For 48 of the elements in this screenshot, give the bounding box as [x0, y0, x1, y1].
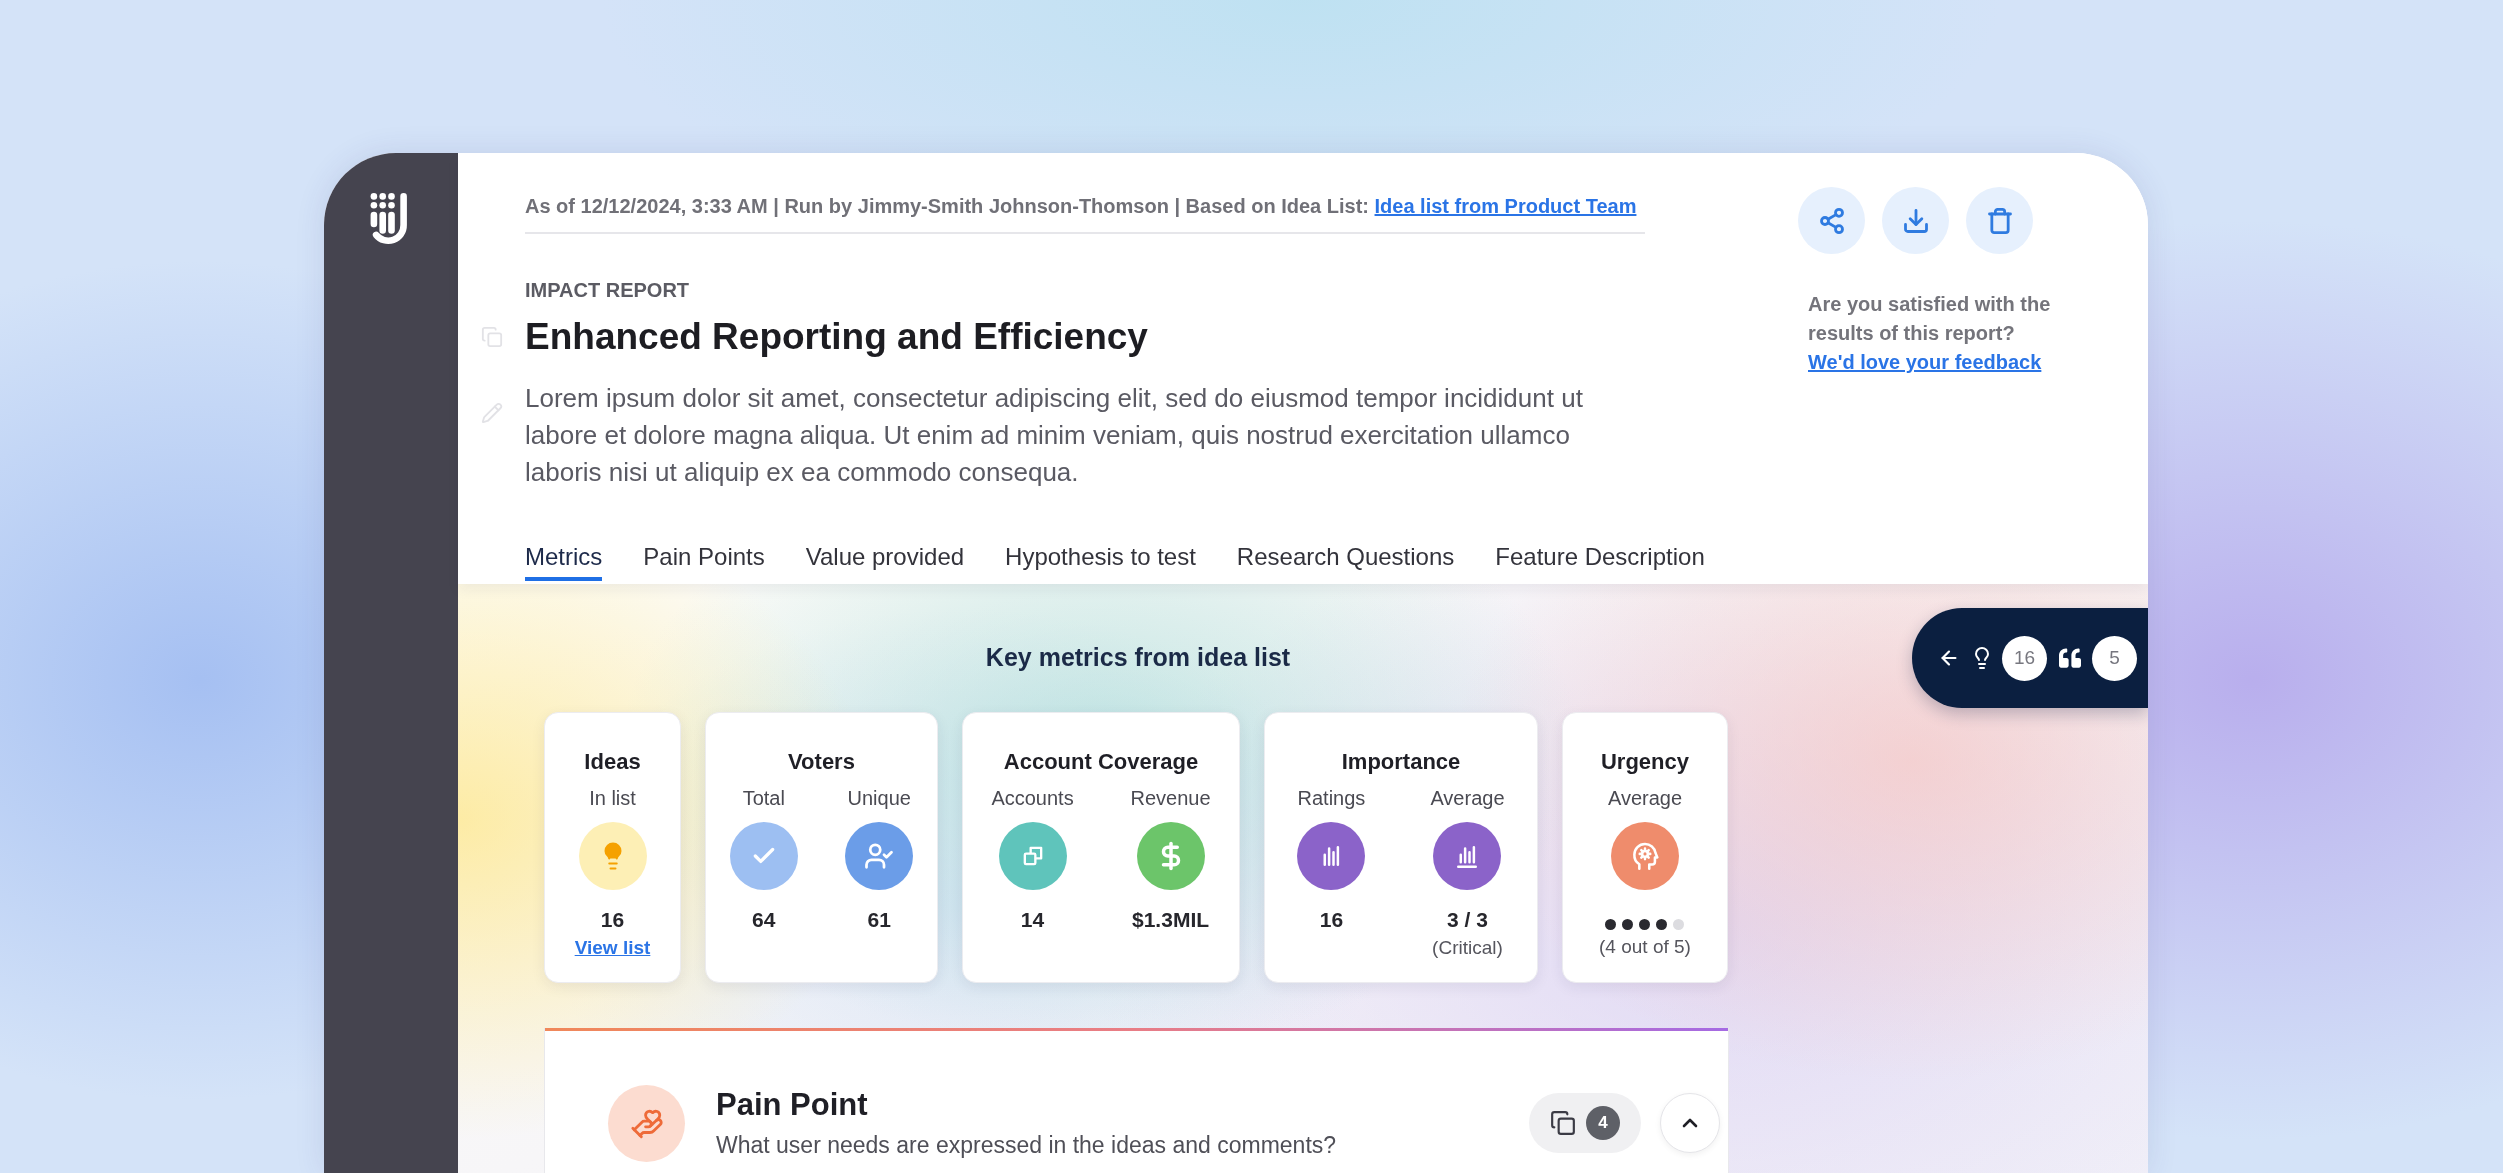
metric-title: Account Coverage [1003, 748, 1199, 776]
metric-value: 16 [600, 907, 625, 933]
metric-label: Average [1430, 786, 1505, 810]
metric-label: Unique [847, 786, 911, 810]
tab[interactable]: Research Questions [1236, 543, 1455, 581]
side-panel-toggle[interactable]: 16 5 [1912, 608, 2148, 708]
metric-title: Ideas [584, 748, 641, 776]
metric-label: Average [1607, 786, 1683, 810]
view-list-link[interactable]: View list [574, 936, 651, 960]
report-description: Lorem ipsum dolor sit amet, consectetur adipiscing elit, sed do eiusmod tempor incididunt ut labore et dolore magna aliqua. Ut enim ad minim veniam, quis nostrud exercitation ullamco laboris nisi ut aliquip ex ea commodo consequa. [525, 382, 1584, 489]
idea-list-link[interactable]: Idea list from Product Team [1374, 195, 1637, 217]
metric-value: 61 [867, 907, 891, 933]
section-subtitle: What user needs are expressed in the ideas and comments? [716, 1131, 1337, 1159]
tab[interactable]: Feature Description [1495, 543, 1705, 581]
tab[interactable]: Hypothesis to test [1005, 543, 1196, 581]
metric-title: Voters [788, 748, 855, 776]
count-badge: 4 [1586, 1106, 1620, 1140]
metric-value: 64 [752, 907, 776, 933]
metric-label: Ratings [1297, 786, 1366, 810]
metric-value: $1.3MIL [1132, 907, 1210, 933]
report-title: Enhanced Reporting and Efficiency [525, 315, 1148, 359]
metric-label: Revenue [1130, 786, 1211, 810]
share-icon [1817, 206, 1846, 235]
linked-items-button[interactable]: 4 [1529, 1093, 1641, 1153]
metric-note: (4 out of 5) [1599, 935, 1691, 959]
report-type-label: IMPACT REPORT [525, 278, 690, 302]
section-title: Pain Point [716, 1087, 869, 1123]
trash-icon [1985, 206, 2014, 235]
report-meta: As of 12/12/2024, 3:33 AM | Run by Jimmy-Smith Johnson-Thomson | Based on Idea List: Idea list from Product Team [525, 194, 1637, 218]
quote-icon [2059, 647, 2081, 669]
feedback-prompt: Are you satisfied with the results of this report? [1808, 292, 2052, 346]
metric-value: 14 [1020, 907, 1045, 933]
metric-label: Accounts [991, 786, 1074, 810]
metric-title: Urgency [1600, 748, 1689, 776]
feedback-link[interactable]: We'd love your feedback [1808, 348, 2042, 377]
count-badge: 16 [2002, 635, 2047, 681]
download-icon [1901, 206, 1930, 235]
metric-value: 3 / 3 [1447, 907, 1488, 933]
count-badge: 5 [2092, 635, 2137, 681]
copy-icon [1550, 1110, 1576, 1136]
metric-label: In list [589, 786, 636, 810]
metrics-heading: Key metrics from idea list [985, 642, 1291, 672]
metric-title: Importance [1341, 748, 1461, 776]
metric-note: (Critical) [1432, 936, 1503, 960]
tab[interactable]: Pain Points [643, 543, 765, 581]
tab[interactable]: Value provided [805, 543, 965, 581]
metric-label: Total [742, 786, 785, 810]
metric-value: 16 [1319, 907, 1344, 933]
